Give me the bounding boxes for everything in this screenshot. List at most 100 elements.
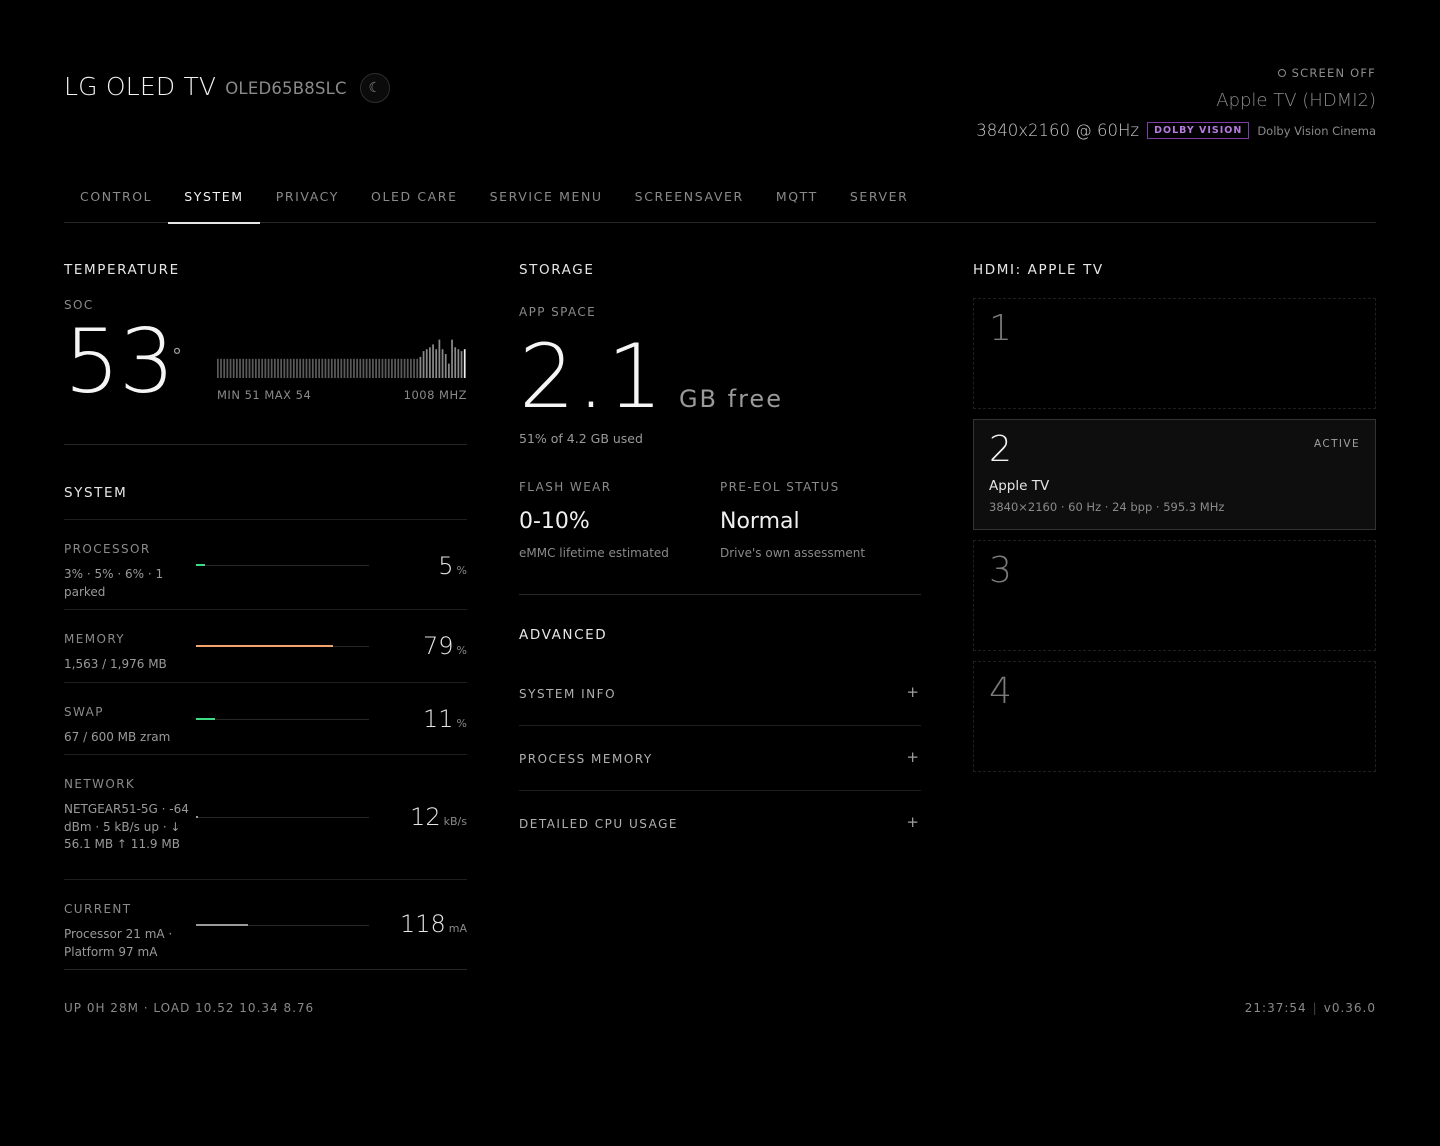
temperature-history-bar: [248, 358, 251, 378]
clock: 21:37:54: [1244, 1001, 1307, 1015]
device-title: LG OLED TV: [64, 72, 217, 101]
hdmi-slot-3[interactable]: 3: [973, 540, 1376, 651]
metric-number: 5: [438, 552, 454, 580]
temperature-history-bar: [235, 358, 238, 378]
advanced-accordion: SYSTEM INFO + PROCESS MEMORY + DETAILED CPU …: [519, 661, 921, 856]
temperature-degree: °: [172, 344, 182, 368]
plus-icon[interactable]: +: [906, 748, 919, 766]
slot-number: 3: [989, 550, 1012, 591]
temperature-history-bar: [334, 358, 336, 378]
temperature-history-bar: [277, 358, 279, 378]
temperature-history-bar: [232, 358, 235, 378]
current-input: Apple TV (HDMI2): [1216, 90, 1376, 111]
temperature-history-bar: [251, 358, 254, 378]
screen-off-label: SCREEN OFF: [1291, 66, 1376, 80]
metric-value: 12 kB/s: [410, 803, 467, 831]
temperature-history-bar: [315, 358, 317, 378]
metric-detail: 3% · 5% · 6% · 1 parked: [64, 567, 164, 599]
metric-row-memory: MEMORY 1,563 / 1,976 MB 79%: [64, 609, 467, 682]
separator: |: [1312, 1001, 1318, 1015]
tab-screensaver[interactable]: SCREENSAVER: [619, 180, 760, 223]
slot-number: 4: [989, 671, 1012, 712]
active-badge: ACTIVE: [1313, 438, 1360, 450]
metric-unit: kB/s: [443, 815, 467, 828]
temperature-history-bar: [340, 358, 343, 378]
temperature-history-bar: [330, 358, 333, 378]
metric-unit: %: [456, 717, 467, 730]
metric-detail: 1,563 / 1,976 MB: [64, 657, 167, 671]
tab-service-menu[interactable]: SERVICE MENU: [474, 180, 619, 223]
metric-bar-fill: [196, 816, 198, 818]
temperature-history-bar: [318, 358, 321, 378]
plus-icon[interactable]: +: [906, 813, 919, 831]
temperature-history-bar: [229, 358, 232, 378]
temperature-history-bar: [359, 358, 362, 378]
hdmi-slot-4[interactable]: 4: [973, 661, 1376, 772]
temperature-history-bar: [438, 339, 441, 378]
hdmi-slot-1[interactable]: 1: [973, 298, 1376, 409]
hdmi-slot-2[interactable]: 2 ACTIVE Apple TV 3840×2160 · 60 Hz · 24 bp…: [973, 419, 1376, 530]
temperature-history-bar: [239, 358, 241, 378]
theme-toggle-button[interactable]: ☾: [359, 73, 390, 103]
temperature-history-bar: [422, 351, 425, 378]
plus-icon[interactable]: +: [906, 683, 919, 701]
temperature-panel: TEMPERATURE SOC 53 ° MIN 51 MAX 54 1008 …: [64, 262, 467, 406]
hdmi-column: HDMI: APPLE TV 1 2 ACTIVE Apple TV 3840×2160…: [973, 262, 1376, 782]
metric-label: NETWORK: [64, 777, 136, 791]
temperature-title: TEMPERATURE: [64, 262, 180, 278]
app-space-label: APP SPACE: [519, 305, 597, 319]
cpu-frequency: 1008 MHZ: [403, 388, 467, 402]
accordion-label: SYSTEM INFO: [519, 687, 617, 701]
metric-row-current: CURRENT Processor 21 mA · Platform 97 mA 1…: [64, 879, 467, 970]
temperature-history-bar: [460, 351, 463, 378]
metric-bar-fill: [196, 564, 205, 566]
temperature-history-bar: [353, 358, 355, 378]
stat-label: PRE-EOL STATUS: [720, 480, 840, 494]
temperature-history-bar: [381, 358, 384, 378]
temperature-history-bar: [429, 347, 431, 378]
stat-label: FLASH WEAR: [519, 480, 612, 494]
storage-title: STORAGE: [519, 262, 595, 278]
tab-system[interactable]: SYSTEM: [168, 180, 261, 224]
divider: [519, 594, 921, 595]
divider: [64, 444, 467, 445]
temperature-history-bar: [416, 358, 419, 378]
accordion-system-info[interactable]: SYSTEM INFO +: [519, 661, 921, 726]
temperature-history-bar: [403, 358, 406, 378]
flash-wear-stat: FLASH WEAR 0-10% eMMC lifetime estimated: [519, 480, 720, 560]
temperature-history-bar: [444, 354, 447, 378]
accordion-process-memory[interactable]: PROCESS MEMORY +: [519, 726, 921, 791]
device-model: OLED65B8SLC: [225, 78, 347, 98]
system-title: SYSTEM: [64, 485, 128, 501]
tab-privacy[interactable]: PRIVACY: [260, 180, 355, 223]
temperature-history-bar: [283, 358, 286, 378]
free-space: 2.1 GB free: [519, 333, 921, 421]
temperature-history-bar: [254, 358, 257, 378]
temperature-history-bar: [226, 358, 229, 378]
temperature-history-bar: [448, 363, 450, 378]
metric-value: 11%: [423, 705, 467, 733]
circle-icon: [1277, 69, 1286, 77]
temperature-history-bar: [365, 358, 368, 378]
accordion-detailed-cpu-usage[interactable]: DETAILED CPU USAGE +: [519, 791, 921, 856]
metric-value: 79%: [423, 632, 467, 660]
metric-detail: Processor 21 mA · Platform 97 mA: [64, 927, 173, 959]
screen-off-button[interactable]: SCREEN OFF: [976, 66, 1376, 80]
system-metrics: PROCESSOR 3% · 5% · 6% · 1 parked 5% MEMORY…: [64, 519, 467, 970]
temperature-history-bar: [292, 358, 295, 378]
accordion-label: DETAILED CPU USAGE: [519, 817, 679, 831]
temperature-history-bar: [463, 349, 466, 378]
tab-control[interactable]: CONTROL: [64, 180, 168, 223]
metric-bar-fill: [196, 718, 216, 720]
metric-value: 118 mA: [400, 910, 467, 938]
tab-server[interactable]: SERVER: [834, 180, 925, 223]
metric-number: 118: [399, 910, 446, 938]
tab-oled-care[interactable]: OLED CARE: [355, 180, 474, 223]
stat-note: Drive's own assessment: [720, 546, 866, 560]
slot-device-name: Apple TV: [989, 478, 1050, 494]
temperature-history-bar: [375, 358, 377, 378]
temperature-history-bar: [337, 358, 339, 378]
temperature-history-bar: [220, 358, 222, 378]
metric-number: 12: [410, 803, 441, 831]
tab-mqtt[interactable]: MQTT: [760, 180, 834, 223]
